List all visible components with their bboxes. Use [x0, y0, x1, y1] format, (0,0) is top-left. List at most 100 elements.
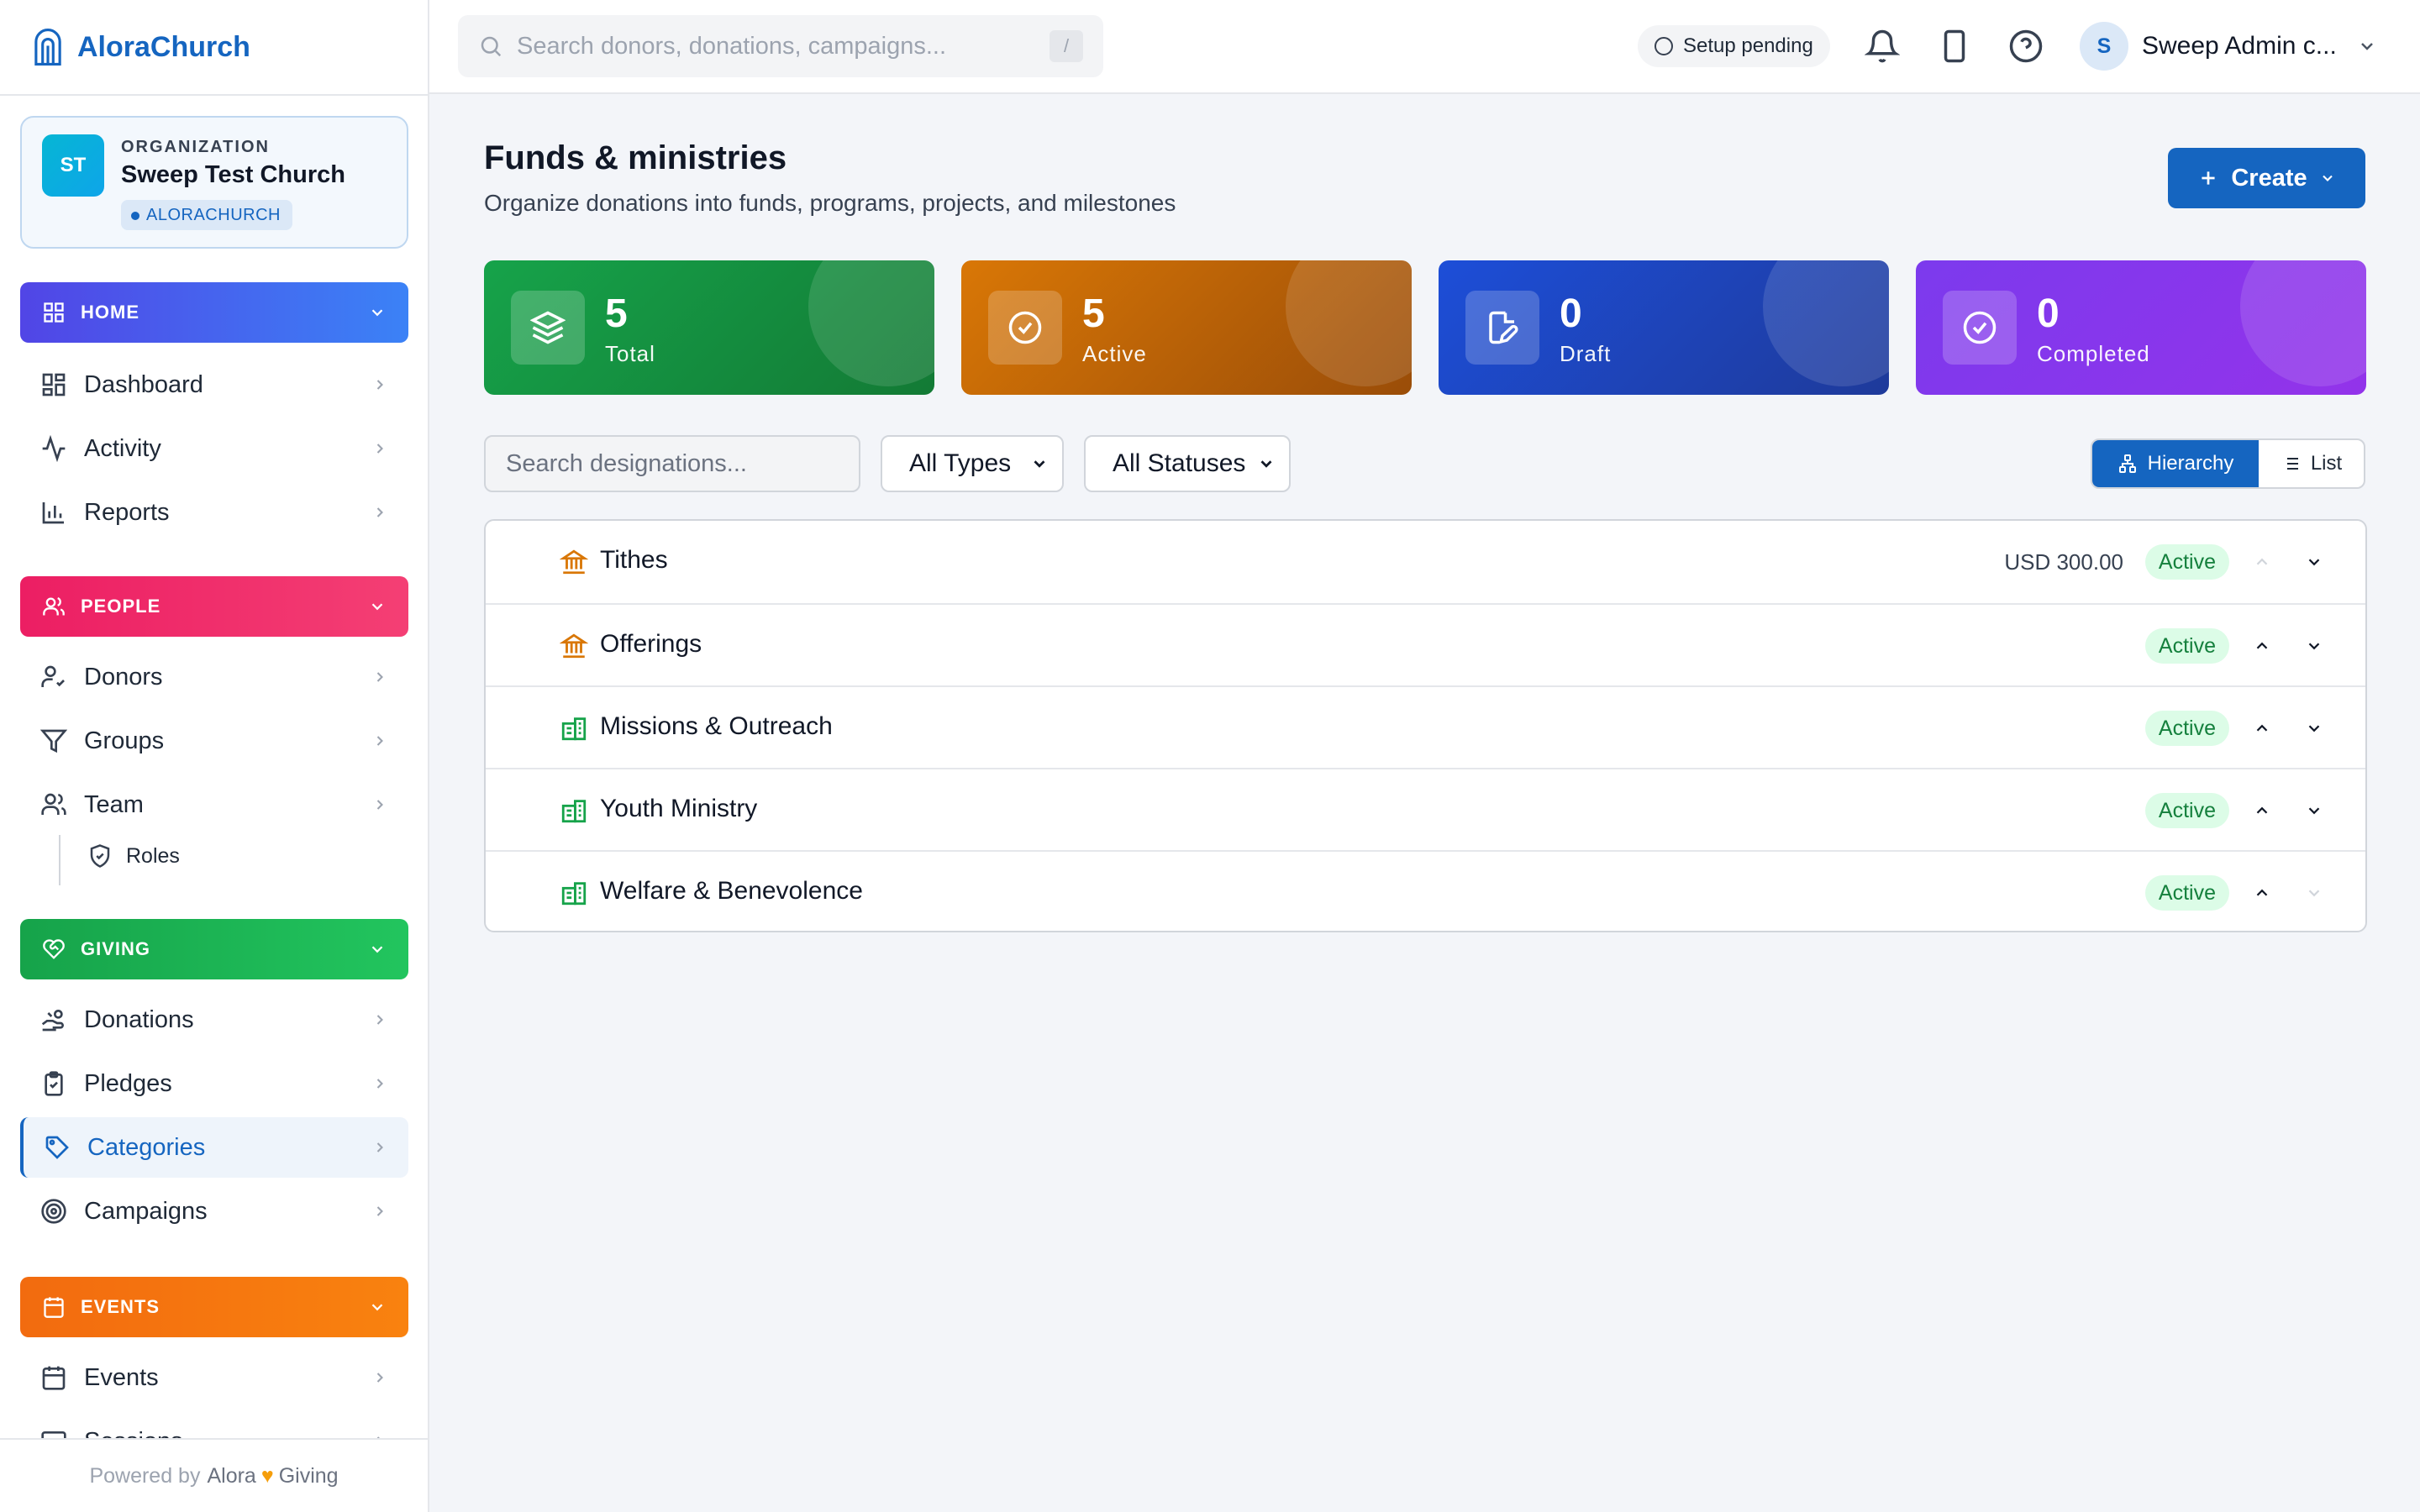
view-toggle: Hierarchy List: [2091, 438, 2365, 489]
section-home-header[interactable]: HOME: [20, 282, 408, 343]
sidebar-item-label: Pledges: [84, 1069, 172, 1097]
sidebar-item-events[interactable]: Events: [20, 1347, 408, 1408]
chevron-down-icon: [371, 309, 383, 317]
mobile-icon[interactable]: [1937, 29, 1972, 64]
move-up-icon[interactable]: [2253, 884, 2271, 902]
chevron-down-icon: [371, 946, 383, 953]
stat-card-draft: 0 Draft: [1439, 260, 1889, 395]
move-down-icon[interactable]: [2305, 719, 2323, 738]
calendar-icon: [44, 1297, 64, 1318]
footer-brand-a: Alora: [207, 1463, 256, 1488]
stat-label: Total: [605, 341, 655, 366]
sidebar-item-groups[interactable]: Groups: [20, 711, 408, 771]
designation-name: Youth Ministry: [600, 795, 758, 822]
create-button[interactable]: Create: [2168, 148, 2365, 208]
tree-row[interactable]: Tithes USD 300.00 Active: [486, 521, 2365, 603]
sidebar-item-campaigns[interactable]: Campaigns: [20, 1181, 408, 1242]
tree-row[interactable]: Youth Ministry Active: [486, 768, 2365, 850]
user-menu[interactable]: S Sweep Admin c...: [2080, 22, 2377, 71]
chevron-right-icon: [376, 1015, 383, 1025]
stat-icon-box: [1943, 291, 2017, 365]
bell-icon[interactable]: [1865, 29, 1900, 64]
move-up-icon[interactable]: [2253, 637, 2271, 655]
sidebar: AloraChurch ST ORGANIZATION Sweep Test C…: [0, 0, 429, 1512]
section-people-header[interactable]: PEOPLE: [20, 576, 408, 637]
organization-name: Sweep Test Church: [121, 161, 345, 188]
plus-icon: [2202, 171, 2215, 185]
global-search-input[interactable]: [517, 32, 1050, 60]
layers-icon: [530, 311, 566, 344]
move-down-icon[interactable]: [2305, 801, 2323, 820]
chevron-right-icon: [376, 507, 383, 517]
hierarchy-view-label: Hierarchy: [2147, 452, 2234, 475]
tree-row[interactable]: Welfare & Benevolence Active: [486, 850, 2365, 931]
sidebar-item-label: Groups: [84, 727, 165, 754]
sidebar-item-label: Categories: [87, 1133, 206, 1161]
shield-icon: [90, 844, 110, 868]
sidebar-item-dashboard[interactable]: Dashboard: [20, 354, 408, 415]
sidebar-item-activity[interactable]: Activity: [20, 418, 408, 479]
chevron-down-icon: [2360, 43, 2373, 50]
move-up-icon[interactable]: [2253, 553, 2271, 571]
sidebar-item-categories[interactable]: Categories: [20, 1117, 408, 1178]
move-down-icon[interactable]: [2305, 637, 2323, 655]
setup-status-pill[interactable]: Setup pending: [1638, 25, 1830, 67]
designation-search-input[interactable]: [484, 435, 860, 492]
tree-row[interactable]: Missions & Outreach Active: [486, 685, 2365, 768]
chevron-right-icon: [376, 1206, 383, 1216]
building-icon: [561, 800, 587, 823]
status-badge: Active: [2144, 875, 2229, 911]
designation-amount: USD 300.00: [2004, 549, 2123, 575]
help-icon[interactable]: [2008, 29, 2044, 64]
sidebar-subitem-label: Roles: [126, 843, 180, 868]
sidebar-item-donors[interactable]: Donors: [20, 647, 408, 707]
brand[interactable]: AloraChurch: [32, 29, 250, 66]
type-filter-select[interactable]: All Types: [881, 435, 1064, 492]
sidebar-item-pledges[interactable]: Pledges: [20, 1053, 408, 1114]
chevron-right-icon: [376, 1142, 383, 1152]
chevron-right-icon: [376, 380, 383, 390]
status-filter-select[interactable]: All Statuses: [1084, 435, 1291, 492]
sidebar-item-label: Reports: [84, 498, 170, 526]
section-title: HOME: [81, 302, 139, 323]
global-search[interactable]: /: [458, 15, 1103, 77]
list-view-label: List: [2310, 452, 2343, 475]
list-icon: [2282, 458, 2298, 470]
target-icon: [41, 1199, 66, 1224]
sidebar-subitem-roles[interactable]: Roles: [87, 843, 180, 869]
chevron-right-icon: [376, 1373, 383, 1383]
move-up-icon[interactable]: [2253, 801, 2271, 820]
chevron-right-icon: [376, 672, 383, 682]
chevron-right-icon: [376, 800, 383, 810]
stat-label: Draft: [1560, 341, 1612, 366]
sidebar-item-label: Campaigns: [84, 1197, 208, 1225]
chevron-down-icon: [371, 603, 383, 611]
sidebar-item-donations[interactable]: Donations: [20, 990, 408, 1050]
setup-status-label: Setup pending: [1683, 34, 1813, 57]
organization-card[interactable]: ST ORGANIZATION Sweep Test Church ALORAC…: [20, 116, 408, 249]
stat-value: 0: [2037, 291, 2060, 336]
organization-avatar: ST: [42, 134, 104, 197]
move-down-icon[interactable]: [2305, 553, 2323, 571]
hierarchy-view-button[interactable]: Hierarchy: [2092, 440, 2259, 487]
list-view-button[interactable]: List: [2259, 440, 2364, 487]
footer-prefix: Powered by: [89, 1463, 201, 1488]
tree-row[interactable]: Offerings Active: [486, 603, 2365, 685]
avatar: S: [2080, 22, 2128, 71]
move-down-icon[interactable]: [2305, 884, 2323, 902]
stat-label: Completed: [2037, 341, 2150, 366]
clipboard-check-icon: [45, 1071, 63, 1096]
move-up-icon[interactable]: [2253, 719, 2271, 738]
section-events-header[interactable]: EVENTS: [20, 1277, 408, 1337]
designation-name: Offerings: [600, 630, 702, 658]
stat-card-completed: 0 Completed: [1916, 260, 2366, 395]
sidebar-item-reports[interactable]: Reports: [20, 482, 408, 543]
check-circle-icon: [1963, 311, 1996, 344]
sidebar-item-team[interactable]: Team: [20, 774, 408, 835]
heart-icon: ♥: [260, 1463, 274, 1488]
search-icon: [481, 36, 502, 57]
brand-name: AloraChurch: [77, 30, 250, 63]
section-giving-header[interactable]: GIVING: [20, 919, 408, 979]
activity-icon: [42, 435, 66, 462]
type-filter-value: All Types: [909, 449, 1012, 477]
